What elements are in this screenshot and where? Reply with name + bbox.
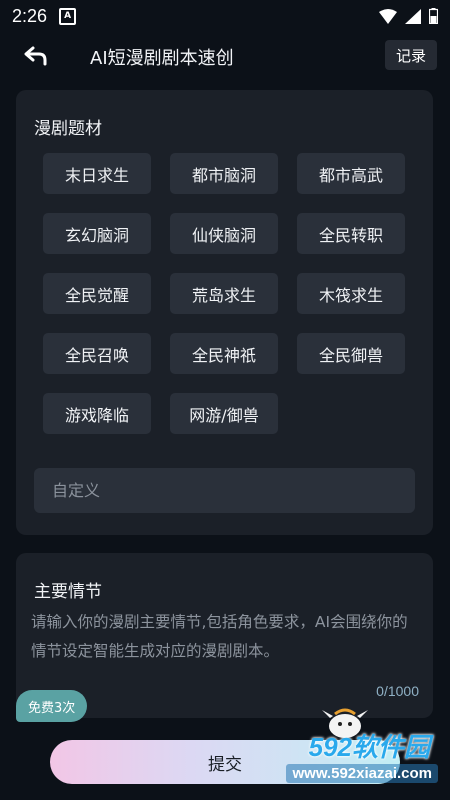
status-time: 2:26	[12, 5, 48, 26]
genre-chip[interactable]: 游戏降临	[43, 393, 151, 434]
genre-chip[interactable]: 仙侠脑洞	[170, 213, 278, 254]
back-arrow-icon	[24, 46, 47, 66]
genre-chip[interactable]: 玄幻脑洞	[43, 213, 151, 254]
plot-card-title: 主要情节	[34, 582, 102, 602]
custom-genre-input[interactable]	[34, 468, 415, 513]
record-button[interactable]: 记录	[385, 40, 437, 70]
genre-card: 漫剧题材 末日求生 都市脑洞 都市高武 玄幻脑洞 仙侠脑洞 全民转职 全民觉醒 …	[16, 90, 433, 535]
free-uses-badge: 免费3次	[16, 690, 88, 722]
status-icons	[379, 8, 438, 24]
genre-chip[interactable]: 全民转职	[297, 213, 405, 254]
watermark-url: www.592xiazai.com	[286, 764, 438, 783]
app-bar: AI短漫剧剧本速创 记录	[0, 38, 450, 74]
genre-chip[interactable]: 荒岛求生	[170, 273, 278, 314]
plot-input[interactable]: 请输入你的漫剧主要情节,包括角色要求，AI会围绕你的情节设定智能生成对应的漫剧剧…	[31, 608, 416, 666]
battery-icon	[429, 8, 438, 24]
genre-chip[interactable]: 全民神祇	[170, 333, 278, 374]
genre-grid: 末日求生 都市脑洞 都市高武 玄幻脑洞 仙侠脑洞 全民转职 全民觉醒 荒岛求生 …	[43, 153, 413, 434]
page-title: AI短漫剧剧本速创	[90, 48, 234, 69]
watermark-logo: 592软件园	[308, 732, 430, 762]
status-bar: 2:26 A	[0, 0, 450, 32]
signal-icon	[405, 8, 421, 24]
genre-card-title: 漫剧题材	[34, 119, 102, 139]
back-button[interactable]	[22, 42, 50, 70]
genre-chip[interactable]: 都市脑洞	[170, 153, 278, 194]
genre-chip[interactable]: 末日求生	[43, 153, 151, 194]
genre-chip[interactable]: 全民召唤	[43, 333, 151, 374]
genre-chip[interactable]: 全民觉醒	[43, 273, 151, 314]
char-counter: 0/1000	[376, 683, 419, 699]
notification-a-icon: A	[59, 7, 77, 25]
genre-chip[interactable]: 木筏求生	[297, 273, 405, 314]
genre-chip[interactable]: 都市高武	[297, 153, 405, 194]
genre-chip[interactable]: 全民御兽	[297, 333, 405, 374]
genre-chip[interactable]: 网游/御兽	[170, 393, 278, 434]
wifi-icon	[379, 8, 397, 24]
